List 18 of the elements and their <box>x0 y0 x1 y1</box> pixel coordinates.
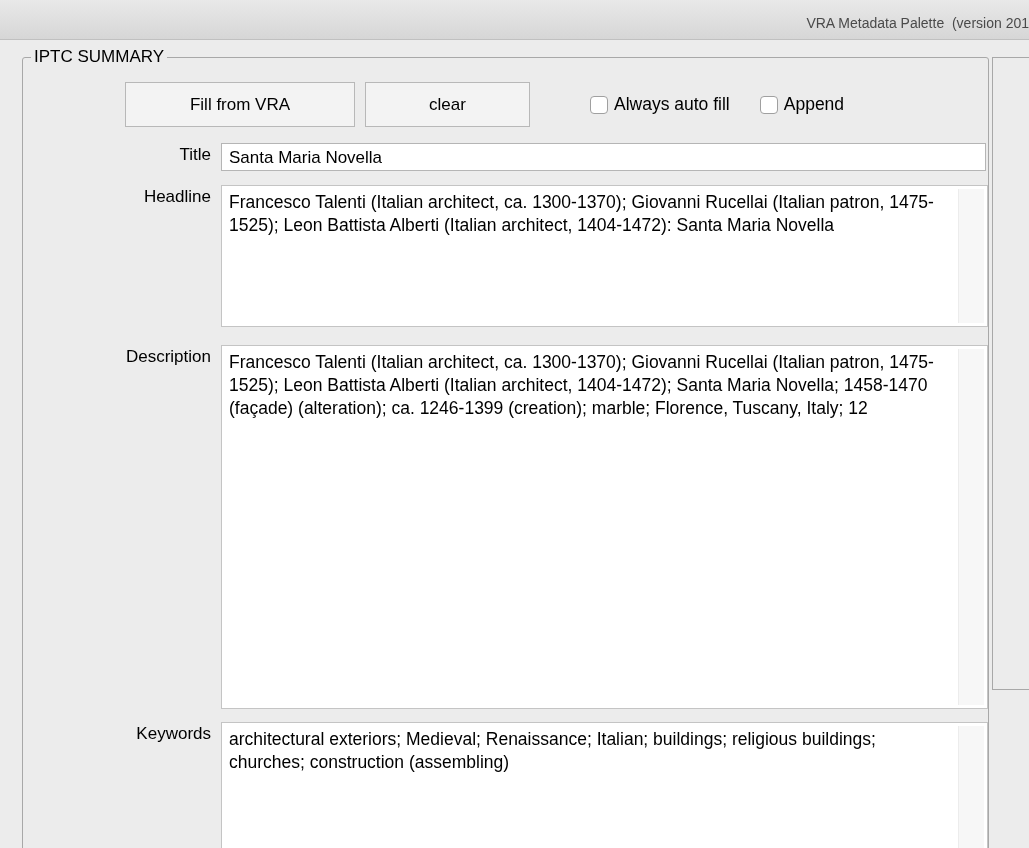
field-label: Title <box>178 144 212 166</box>
fill-button[interactable]: Fill from VRA <box>125 82 355 127</box>
text-area-value: architectural exteriors; Medieval; Renaissance; Italian; buildings; religious buildings; churches; construction (assembling) <box>228 728 877 774</box>
checkbox[interactable] <box>590 95 608 114</box>
field-label: Headline <box>142 186 212 208</box>
field-label: Keywords <box>135 723 212 745</box>
text-area[interactable]: Francesco Talenti (Italian architect, ca. 1300-1370); Giovanni Rucellai (Italian patron, 1475-1525); Leon Battista Alberti (Italian architect, 1404-1472): Santa Maria Novella <box>221 185 988 327</box>
field-label: Description <box>124 346 212 368</box>
text-area[interactable] <box>221 345 988 709</box>
text-area[interactable]: architectural exteriors; Medieval; Renaissance; Italian; buildings; religious buildings; churches; construction (assembling) <box>221 722 988 848</box>
text-area-value: Francesco Talenti (Italian architect, ca. 1300-1370); Giovanni Rucellai (Italian patron, 1475-1525); Leon Battista Alberti (Italian architect, 1404-1472); Santa Maria Novella; 1458-1470 (façade) (alteration); ca. 1246-1399 (creation); marble; Florence, Tuscany, Italy; 12 <box>228 351 935 420</box>
checkbox[interactable] <box>759 95 778 114</box>
checkbox-label: Always auto fill <box>614 93 730 117</box>
window-title: VRA Metadata Palette (version 201 <box>806 14 1029 33</box>
title-field[interactable]: Santa Maria Novella <box>221 143 986 171</box>
checkbox-label: Append <box>783 93 845 117</box>
text-area-value: Francesco Talenti (Italian architect, ca. 1300-1370); Giovanni Rucellai (Italian patron, 1475-1525); Leon Battista Alberti (Italian architect, 1404-1472): Santa Maria Novella <box>228 191 935 237</box>
clear-button[interactable]: clear <box>365 82 530 127</box>
